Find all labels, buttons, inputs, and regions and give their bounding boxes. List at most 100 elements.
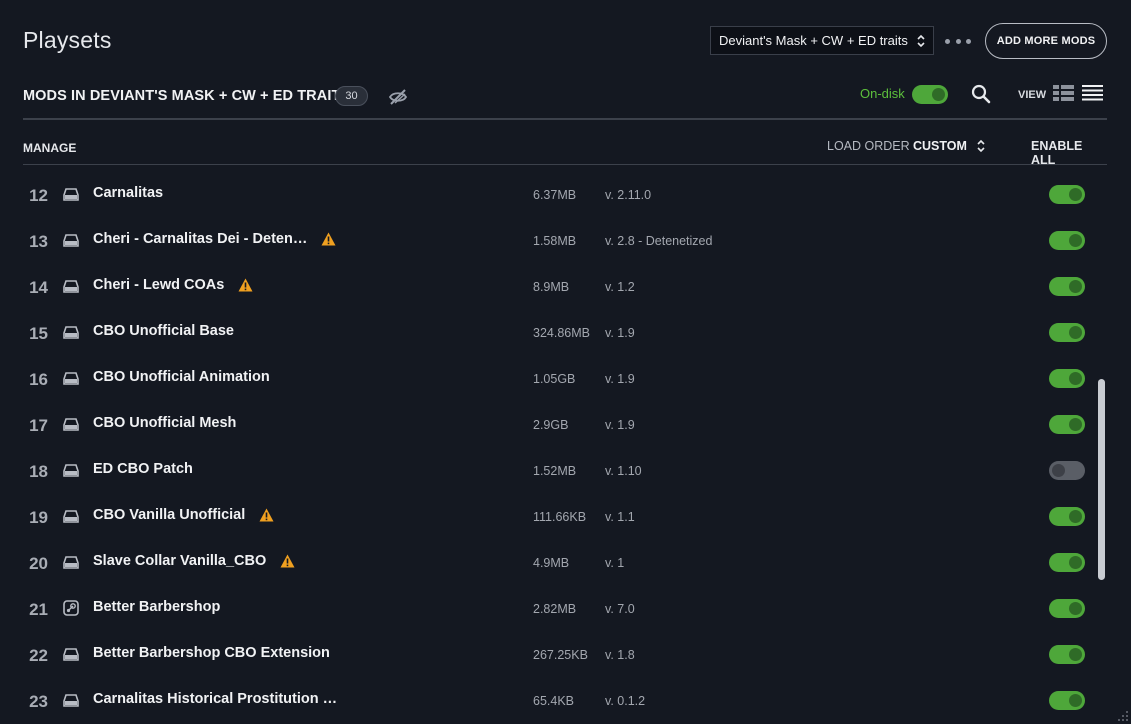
warning-icon[interactable]: [321, 232, 336, 246]
mod-row[interactable]: 13 Cheri - Carnalitas Dei - Deten… 1.58MB v…: [0, 218, 1131, 264]
mod-load-index: 19: [29, 508, 48, 527]
mod-size: 111.66KB: [533, 510, 587, 524]
mod-name[interactable]: Better Barbershop: [93, 599, 220, 615]
mod-load-index: 12: [29, 186, 48, 205]
disk-icon: [63, 324, 79, 340]
mod-size: 2.9GB: [533, 418, 569, 432]
warning-icon[interactable]: [259, 508, 274, 522]
mod-version: v. 2.11.0: [605, 188, 652, 202]
disk-icon: [63, 186, 79, 202]
mod-enable-toggle[interactable]: [1049, 507, 1085, 526]
mod-version: v. 2.8 - Detenetized: [605, 234, 713, 248]
load-order-select[interactable]: CUSTOM: [913, 139, 967, 153]
view-label: VIEW: [1018, 89, 1047, 101]
mod-load-index: 14: [29, 278, 48, 297]
disk-icon: [63, 416, 79, 432]
mod-enable-toggle[interactable]: [1049, 415, 1085, 434]
mod-name[interactable]: CBO Unofficial Mesh: [93, 415, 236, 431]
mod-size: 324.86MB: [533, 326, 590, 340]
mod-row[interactable]: 12 Carnalitas 6.37MB v. 2.11.0: [0, 172, 1131, 218]
mod-row[interactable]: 21 Better Barbershop 2.82MB v. 7.0: [0, 586, 1131, 632]
mod-row[interactable]: 22 Better Barbershop CBO Extension 267.25K…: [0, 632, 1131, 678]
enable-all-button[interactable]: ENABLE ALL: [1031, 139, 1107, 167]
mod-row[interactable]: 17 CBO Unofficial Mesh 2.9GB v. 1.9: [0, 402, 1131, 448]
mod-row[interactable]: 23 Carnalitas Historical Prostitution … 65…: [0, 678, 1131, 724]
mod-enable-toggle[interactable]: [1049, 691, 1085, 710]
mod-name[interactable]: ED CBO Patch: [93, 461, 193, 477]
mod-load-index: 23: [29, 692, 48, 711]
mod-name[interactable]: Better Barbershop CBO Extension: [93, 645, 330, 661]
warning-icon[interactable]: [280, 554, 295, 568]
mod-count-badge: 30: [335, 86, 368, 106]
mod-name[interactable]: Carnalitas Historical Prostitution …: [93, 691, 337, 707]
mod-size: 4.9MB: [533, 556, 570, 570]
mod-enable-toggle[interactable]: [1049, 461, 1085, 480]
playset-select-value: Deviant's Mask + CW + ED traits: [719, 33, 908, 48]
sort-updown-icon[interactable]: [975, 138, 987, 154]
more-options-icon[interactable]: [945, 31, 971, 51]
mod-row[interactable]: 19 CBO Vanilla Unofficial 111.66KB v. 1.1: [0, 494, 1131, 540]
disk-icon: [63, 232, 79, 248]
mod-size: 1.58MB: [533, 234, 577, 248]
mod-version: v. 7.0: [605, 602, 635, 616]
ondisk-toggle[interactable]: [912, 85, 948, 104]
mod-row[interactable]: 15 CBO Unofficial Base 324.86MB v. 1.9: [0, 310, 1131, 356]
mod-enable-toggle[interactable]: [1049, 185, 1085, 204]
hide-disabled-icon[interactable]: [387, 86, 409, 108]
list-view-icon[interactable]: [1082, 85, 1103, 101]
mod-row[interactable]: 20 Slave Collar Vanilla_CBO 4.9MB v. 1: [0, 540, 1131, 586]
playset-subheader: MODS IN DEVIANT'S MASK + CW + ED TRAITS …: [23, 82, 1107, 120]
scrollbar-thumb[interactable]: [1098, 379, 1105, 580]
mod-enable-toggle[interactable]: [1049, 323, 1085, 342]
mod-version: v. 1.9: [605, 418, 635, 432]
mod-load-index: 22: [29, 646, 48, 665]
mod-row[interactable]: 18 ED CBO Patch 1.52MB v. 1.10: [0, 448, 1131, 494]
mod-row[interactable]: 14 Cheri - Lewd COAs 8.9MB v. 1.2: [0, 264, 1131, 310]
mod-name[interactable]: Cheri - Lewd COAs: [93, 277, 224, 293]
disk-icon: [63, 554, 79, 570]
mod-size: 2.82MB: [533, 602, 577, 616]
mod-name[interactable]: CBO Unofficial Animation: [93, 369, 270, 385]
mod-enable-toggle[interactable]: [1049, 645, 1085, 664]
mod-load-index: 20: [29, 554, 48, 573]
mod-version: v. 1.9: [605, 326, 635, 340]
mod-enable-toggle[interactable]: [1049, 231, 1085, 250]
mod-enable-toggle[interactable]: [1049, 553, 1085, 572]
disk-icon: [63, 508, 79, 524]
mod-name[interactable]: Cheri - Carnalitas Dei - Deten…: [93, 231, 307, 247]
mod-name[interactable]: CBO Vanilla Unofficial: [93, 507, 245, 523]
disk-icon: [63, 646, 79, 662]
mod-load-index: 17: [29, 416, 48, 435]
manage-label[interactable]: MANAGE: [23, 141, 76, 155]
mod-load-index: 13: [29, 232, 48, 251]
mod-version: v. 1.1: [605, 510, 635, 524]
mod-enable-toggle[interactable]: [1049, 369, 1085, 388]
resize-grip-icon[interactable]: [1117, 710, 1129, 722]
mod-list: 12 Carnalitas 6.37MB v. 2.11.0 13 Cheri - Car…: [0, 172, 1131, 724]
warning-icon[interactable]: [238, 278, 253, 292]
mod-size: 1.05GB: [533, 372, 576, 386]
mod-name[interactable]: Carnalitas: [93, 185, 163, 201]
manage-bar: MANAGE LOAD ORDER CUSTOM ENABLE ALL: [23, 134, 1107, 167]
disk-icon: [63, 462, 79, 478]
mod-name[interactable]: CBO Unofficial Base: [93, 323, 234, 339]
mod-enable-toggle[interactable]: [1049, 277, 1085, 296]
load-order-label: LOAD ORDER: [827, 139, 910, 153]
disk-icon: [63, 692, 79, 708]
mods-heading: MODS IN DEVIANT'S MASK + CW + ED TRAITS: [23, 88, 351, 104]
mod-version: v. 1: [605, 556, 625, 570]
mod-version: v. 1.2: [605, 280, 635, 294]
mod-name[interactable]: Slave Collar Vanilla_CBO: [93, 553, 266, 569]
add-more-mods-button[interactable]: ADD MORE MODS: [985, 23, 1107, 59]
mod-size: 6.37MB: [533, 188, 577, 202]
mod-load-index: 15: [29, 324, 48, 343]
mod-size: 8.9MB: [533, 280, 570, 294]
mod-version: v. 0.1.2: [605, 694, 646, 708]
mod-row[interactable]: 16 CBO Unofficial Animation 1.05GB v. 1.9: [0, 356, 1131, 402]
mod-load-index: 21: [29, 600, 48, 619]
search-icon[interactable]: [970, 83, 992, 105]
grid-view-icon[interactable]: [1053, 85, 1074, 101]
playset-select[interactable]: Deviant's Mask + CW + ED traits: [710, 26, 934, 55]
mod-enable-toggle[interactable]: [1049, 599, 1085, 618]
disk-icon: [63, 370, 79, 386]
